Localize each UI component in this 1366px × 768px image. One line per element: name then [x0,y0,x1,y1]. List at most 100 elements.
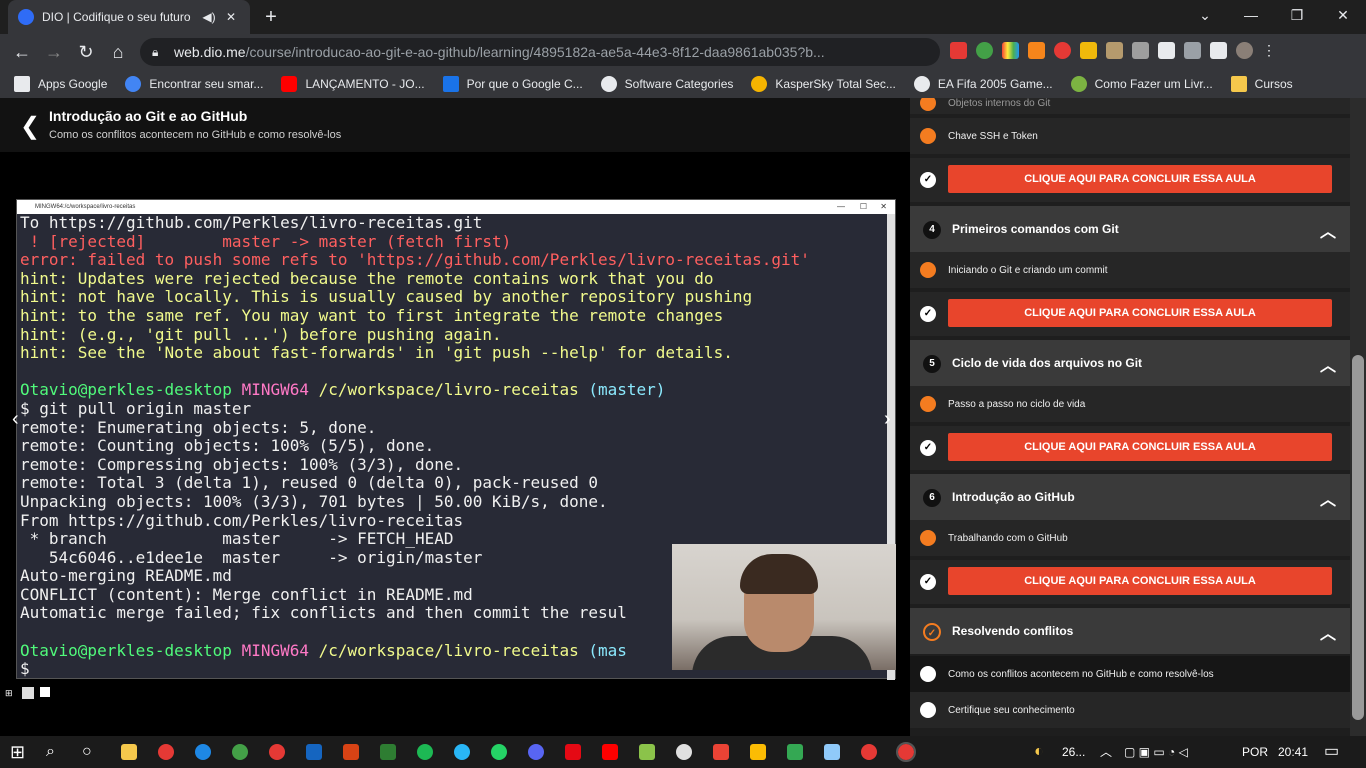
task-view-icon[interactable]: ○ [82,736,92,768]
lesson-item[interactable]: Trabalhando com o GitHub [910,520,1350,556]
bookmark-1[interactable]: Encontrar seu smar... [125,76,263,92]
lesson-item[interactable]: Iniciando o Git e criando um commit [910,252,1350,288]
lesson-item-active[interactable]: Como os conflitos acontecem no GitHub e … [910,656,1350,692]
lesson-subtitle: Como os conflitos acontecem no GitHub e … [49,129,342,141]
edge-icon[interactable] [195,744,211,760]
sidepanel-icon[interactable] [1210,42,1227,59]
terminal-line: remote: Counting objects: 100% (5/5), do… [20,436,435,456]
module-6-header[interactable]: 6 Introdução ao GitHub ︿ [910,474,1350,520]
tab-search-icon[interactable]: ⌄ [1182,0,1228,34]
bookmark-7[interactable]: Como Fazer um Livr... [1070,76,1213,92]
new-tab-button[interactable]: + [258,4,284,30]
course-title: Introdução ao Git e ao GitHub [49,108,248,124]
complete-lesson-button[interactable]: CLIQUE AQUI PARA CONCLUIR ESSA AULA [948,567,1332,595]
terminal-line: hint: (e.g., 'git pull ...') before push… [20,324,502,344]
maximize-button[interactable]: ❐ [1274,0,1320,34]
weather-temp[interactable]: 26... [1062,736,1085,768]
module-4-header[interactable]: 4 Primeiros comandos com Git ︿ [910,206,1350,252]
extension-icon[interactable] [1080,42,1097,59]
bookmark-4[interactable]: Software Categories [600,76,733,92]
back-icon[interactable]: ← [8,38,36,66]
check-icon: ✓ [920,172,936,188]
chrome-icon[interactable] [861,744,877,760]
module-5-header[interactable]: 5 Ciclo de vida dos arquivos no Git ︿ [910,340,1350,386]
notification-icon[interactable]: ▭ [1324,736,1339,768]
media-icon[interactable] [1184,42,1201,59]
browser-toolbar: ← → ↻ ⌂ 🔒︎ web.dio.me/course/introducao-… [0,34,1366,70]
app-icon[interactable] [269,744,285,760]
youtube-icon[interactable] [602,744,618,760]
chevron-up-icon: ︿ [1319,492,1336,509]
clock[interactable]: 20:41 [1278,736,1308,768]
telegram-icon[interactable] [454,744,470,760]
whatsapp-icon[interactable] [491,744,507,760]
bookmark-5[interactable]: KasperSky Total Sec... [751,76,896,92]
play-icon [920,98,936,111]
forward-icon[interactable]: → [40,38,68,66]
puzzle-icon[interactable] [1132,42,1149,59]
flask-icon[interactable] [1158,42,1175,59]
discord-icon[interactable] [528,744,544,760]
minimize-button[interactable]: — [1228,0,1274,34]
file-explorer-icon[interactable] [121,744,137,760]
netflix-icon[interactable] [565,744,581,760]
app-icon [40,687,50,697]
bookmark-site-icon [442,76,459,92]
presenter-hair [740,554,818,594]
drive-icon[interactable] [750,744,766,760]
bookmark-3[interactable]: Por que o Google C... [442,76,583,92]
tray-icons[interactable]: ▢ ▣ ▭ ◔ ◁ [1124,736,1188,768]
chrome-active-icon[interactable] [896,742,916,762]
language-indicator[interactable]: POR [1242,736,1268,768]
complete-lesson-button[interactable]: CLIQUE AQUI PARA CONCLUIR ESSA AULA [948,433,1332,461]
bookmark-0[interactable]: Apps Google [14,76,107,92]
windows-start-icon[interactable]: ⊞ [10,736,25,768]
tray-chevron-icon[interactable]: ︿ [1100,736,1112,768]
extension-icon[interactable] [1054,42,1071,59]
word-icon[interactable] [306,744,322,760]
lesson-item[interactable]: Certifique seu conhecimento [910,692,1350,728]
next-chevron-icon[interactable]: › [884,408,891,431]
spotify-icon[interactable] [417,744,433,760]
extension-icon[interactable] [1002,42,1019,59]
close-tab-icon[interactable]: ✕ [222,10,240,24]
sidebar-scroll-thumb[interactable] [1352,355,1364,720]
powerpoint-icon[interactable] [343,744,359,760]
extension-icon[interactable] [950,42,967,59]
cta-row: ✓ CLIQUE AQUI PARA CONCLUIR ESSA AULA [910,426,1350,470]
reload-icon[interactable]: ↻ [72,38,100,66]
opera-icon[interactable] [158,744,174,760]
complete-lesson-button[interactable]: CLIQUE AQUI PARA CONCLUIR ESSA AULA [948,299,1332,327]
prev-chevron-icon[interactable]: ‹ [12,408,19,431]
extension-icon[interactable] [1106,42,1123,59]
complete-lesson-button[interactable]: CLIQUE AQUI PARA CONCLUIR ESSA AULA [948,165,1332,193]
back-chevron-icon[interactable]: ❮ [20,112,40,141]
lesson-item[interactable]: Chave SSH e Token [910,118,1350,154]
extension-icon[interactable] [976,42,993,59]
bookmark-6[interactable]: EA Fifa 2005 Game... [913,76,1053,92]
terminal-line: From https://github.com/Perkles/livro-re… [20,510,464,530]
home-icon[interactable]: ⌂ [104,38,132,66]
gmail-icon[interactable] [713,744,729,760]
lesson-item[interactable]: Objetos internos do Git [910,98,1350,114]
module-current-header[interactable]: ✓ Resolvendo conflitos ︿ [910,608,1350,654]
active-tab[interactable]: DIO | Codifique o seu futuro ◀) ✕ [8,0,250,34]
weather-icon[interactable]: ◐ [1034,736,1044,768]
close-window-button[interactable]: ✕ [1320,0,1366,34]
bookmark-8[interactable]: Cursos [1230,76,1293,92]
app-icon[interactable] [824,744,840,760]
app-icon[interactable] [676,744,692,760]
bookmark-2[interactable]: LANÇAMENTO - JO... [281,76,425,92]
avatar[interactable] [1236,42,1253,59]
app-icon[interactable] [787,744,803,760]
search-icon[interactable]: ⌕ [46,736,55,768]
address-bar[interactable]: 🔒︎ web.dio.me/course/introducao-ao-git-e… [140,38,940,66]
app-icon[interactable] [639,744,655,760]
metamask-icon[interactable] [1028,42,1045,59]
app-icon[interactable] [232,744,248,760]
menu-icon[interactable]: ⋮ [1262,42,1279,59]
in-progress-icon: ✓ [923,623,941,641]
lesson-item[interactable]: Passo a passo no ciclo de vida [910,386,1350,422]
speaker-icon[interactable]: ◀) [200,10,218,24]
excel-icon[interactable] [380,744,396,760]
